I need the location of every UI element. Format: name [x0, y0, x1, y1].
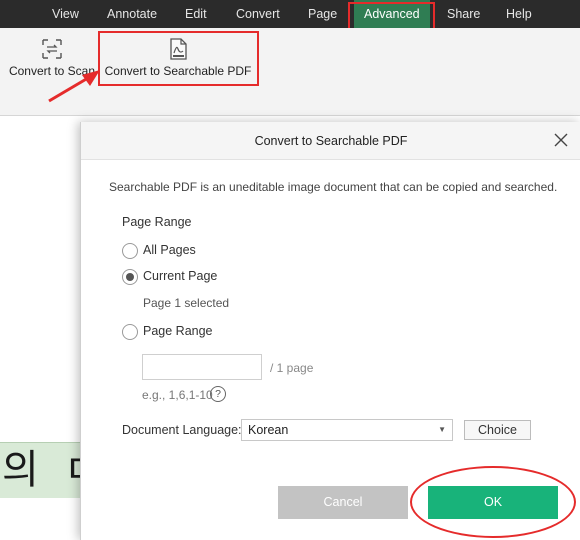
menu-share[interactable]: Share — [447, 0, 480, 28]
close-icon[interactable] — [553, 132, 569, 148]
menu-annotate[interactable]: Annotate — [107, 0, 157, 28]
page-range-radio[interactable] — [122, 324, 138, 340]
dialog-header: Convert to Searchable PDF — [81, 122, 580, 160]
ok-button[interactable]: OK — [428, 486, 558, 519]
menu-edit[interactable]: Edit — [185, 0, 207, 28]
current-page-radio[interactable] — [122, 269, 138, 285]
menu-page[interactable]: Page — [308, 0, 337, 28]
help-icon[interactable]: ? — [210, 386, 226, 402]
current-page-note: Page 1 selected — [143, 296, 230, 310]
menu-bar: View Annotate Edit Convert Page Advanced… — [0, 0, 580, 28]
document-language-select[interactable]: Korean ▼ — [241, 419, 453, 441]
convert-searchable-dialog: Convert to Searchable PDF Searchable PDF… — [80, 122, 580, 540]
page-range-heading: Page Range — [122, 215, 192, 229]
menu-advanced[interactable]: Advanced — [354, 0, 430, 28]
red-arrow-icon — [48, 70, 100, 103]
page-range-label: Page Range — [143, 324, 213, 338]
current-page-label: Current Page — [143, 269, 218, 283]
convert-to-searchable-pdf-button[interactable]: Convert to Searchable PDF — [103, 34, 253, 88]
dialog-description: Searchable PDF is an uneditable image do… — [109, 180, 558, 194]
all-pages-label: All Pages — [143, 243, 196, 257]
menu-help[interactable]: Help — [506, 0, 532, 28]
language-value: Korean — [248, 423, 289, 437]
document-language-label: Document Language: — [122, 423, 242, 437]
searchable-pdf-icon — [170, 38, 187, 60]
page-count-suffix: / 1 page — [270, 361, 314, 375]
convert-to-searchable-pdf-label: Convert to Searchable PDF — [104, 64, 252, 78]
page-range-input[interactable] — [142, 354, 262, 380]
cancel-button[interactable]: Cancel — [278, 486, 408, 519]
menu-view[interactable]: View — [52, 0, 79, 28]
range-example-text: e.g., 1,6,1-10 — [142, 388, 213, 402]
chevron-down-icon: ▼ — [438, 425, 446, 434]
menu-convert[interactable]: Convert — [236, 0, 280, 28]
all-pages-radio[interactable] — [122, 243, 138, 259]
choice-button[interactable]: Choice — [464, 420, 531, 440]
convert-scan-icon — [42, 39, 62, 59]
dialog-title: Convert to Searchable PDF — [254, 134, 408, 148]
